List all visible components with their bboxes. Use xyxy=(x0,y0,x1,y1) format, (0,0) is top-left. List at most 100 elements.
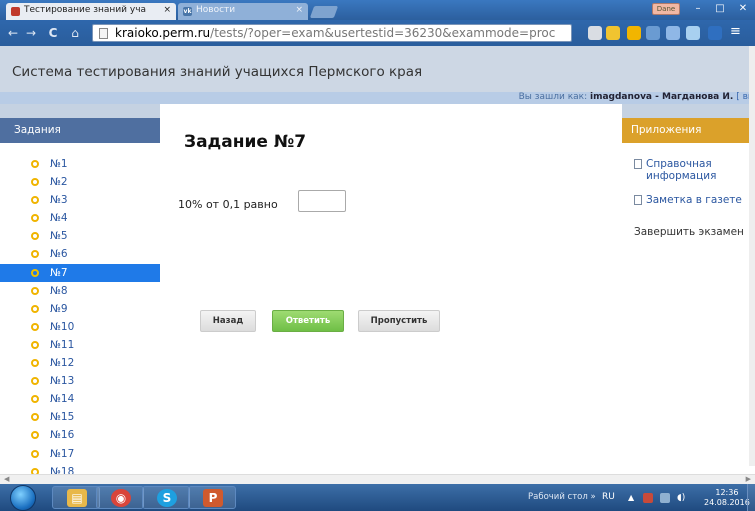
newspaper-note-link[interactable]: Заметка в газете xyxy=(634,194,742,206)
extension-icon[interactable] xyxy=(646,26,660,40)
download-icon[interactable] xyxy=(708,26,722,40)
minimize-button[interactable]: – xyxy=(688,2,708,16)
task-item-11[interactable]: №11 xyxy=(0,336,160,354)
scroll-right-icon[interactable]: ▶ xyxy=(746,475,751,483)
circle-icon xyxy=(31,449,39,458)
login-user: imagdanova - Магданова И. xyxy=(589,92,734,102)
applications-panel: Приложения Справочная информация Заметка… xyxy=(622,118,755,474)
extension-icon[interactable] xyxy=(686,26,700,40)
document-icon xyxy=(634,159,642,169)
vk-icon: vk xyxy=(183,7,192,16)
task-item-14[interactable]: №14 xyxy=(0,390,160,408)
page-icon xyxy=(99,28,108,39)
browser-toolbar: ← → C ⌂ kraioko.perm.ru/tests/?oper=exam… xyxy=(0,20,755,46)
close-window-button[interactable]: ✕ xyxy=(733,2,753,16)
task-item-6[interactable]: №6 xyxy=(0,245,160,263)
circle-icon xyxy=(31,178,39,187)
task-item-17[interactable]: №17 xyxy=(0,445,160,463)
windows-taskbar: ▤ ◉ S P Рабочий стол » RU ▲ ◖) 12:36 24.… xyxy=(0,484,755,511)
taskbar-powerpoint[interactable]: P xyxy=(188,486,236,509)
circle-icon xyxy=(31,304,39,313)
powerpoint-icon: P xyxy=(203,489,223,507)
circle-icon xyxy=(31,413,39,422)
task-item-15[interactable]: №15 xyxy=(0,408,160,426)
answer-button[interactable]: Ответить xyxy=(272,310,344,332)
site-header: Система тестирования знаний учащихся Пер… xyxy=(0,46,755,92)
sidebar-header: Задания xyxy=(0,118,160,143)
task-content: Задание №7 10% от 0,1 равно Назад Ответи… xyxy=(160,104,622,474)
start-button[interactable] xyxy=(10,485,36,511)
task-sidebar: Задания №1 №2 №3 №4 №5 №6 №7 №8 №9 №10 №… xyxy=(0,118,160,474)
login-strip: Вы зашли как: imagdanova - Магданова И. … xyxy=(0,92,755,104)
task-item-18[interactable]: №18 xyxy=(0,463,160,474)
menu-icon[interactable]: ≡ xyxy=(730,25,744,40)
task-title: Задание №7 xyxy=(184,132,307,152)
taskbar-chrome[interactable]: ◉ xyxy=(96,486,144,509)
close-icon[interactable]: × xyxy=(295,5,303,15)
folder-icon: ▤ xyxy=(67,489,87,507)
applications-header: Приложения xyxy=(622,118,755,143)
task-item-12[interactable]: №12 xyxy=(0,354,160,372)
circle-icon xyxy=(31,250,39,259)
horizontal-scrollbar[interactable]: ◀ ▶ xyxy=(0,474,755,484)
browser-tab-bar: Тестирование знаний уча × vk Новости × D… xyxy=(0,0,755,20)
show-desktop-button[interactable] xyxy=(747,484,755,511)
circle-icon xyxy=(31,340,39,349)
task-item-1[interactable]: №1 xyxy=(0,155,160,173)
task-item-2[interactable]: №2 xyxy=(0,173,160,191)
reference-info-link[interactable]: Справочная информация xyxy=(634,158,716,182)
site-title: Система тестирования знаний учащихся Пер… xyxy=(12,64,423,80)
scroll-left-icon[interactable]: ◀ xyxy=(4,475,9,483)
tab-testing[interactable]: Тестирование знаний уча × xyxy=(6,3,176,20)
profile-badge[interactable]: Dane xyxy=(652,3,680,15)
new-tab-button[interactable] xyxy=(309,6,339,18)
translate-icon[interactable] xyxy=(588,26,602,40)
task-item-4[interactable]: №4 xyxy=(0,209,160,227)
volume-icon[interactable]: ◖) xyxy=(677,493,687,503)
back-arrow-icon[interactable]: ← xyxy=(6,26,20,40)
maximize-button[interactable]: □ xyxy=(710,2,730,16)
network-warning-icon[interactable] xyxy=(643,493,653,503)
reload-icon[interactable]: C xyxy=(46,26,60,40)
bookmark-star-icon[interactable] xyxy=(606,26,620,40)
task-item-3[interactable]: №3 xyxy=(0,191,160,209)
circle-icon xyxy=(31,431,39,440)
task-item-7-active[interactable]: №7 xyxy=(0,263,160,282)
circle-icon xyxy=(31,268,39,277)
circle-icon xyxy=(31,160,39,168)
extension-icon[interactable] xyxy=(627,26,641,40)
desktop-toolbar-label[interactable]: Рабочий стол » xyxy=(528,492,596,502)
task-item-10[interactable]: №10 xyxy=(0,318,160,336)
clock-time: 12:36 xyxy=(715,488,739,497)
task-item-5[interactable]: №5 xyxy=(0,227,160,245)
site-favicon-icon xyxy=(11,7,20,16)
tray-expand-icon[interactable]: ▲ xyxy=(628,493,638,503)
network-icon[interactable] xyxy=(660,493,670,503)
finish-exam-link[interactable]: Завершить экзамен xyxy=(634,226,744,238)
taskbar-explorer[interactable]: ▤ xyxy=(52,486,100,509)
close-icon[interactable]: × xyxy=(163,5,171,15)
forward-arrow-icon[interactable]: → xyxy=(24,26,38,40)
back-button[interactable]: Назад xyxy=(200,310,256,332)
vertical-scrollbar[interactable] xyxy=(749,46,755,466)
home-icon[interactable]: ⌂ xyxy=(68,26,82,40)
circle-icon xyxy=(31,322,39,331)
circle-icon xyxy=(31,395,39,404)
task-item-16[interactable]: №16 xyxy=(0,426,160,444)
task-item-8[interactable]: №8 xyxy=(0,282,160,300)
answer-input[interactable] xyxy=(298,190,346,212)
taskbar-skype[interactable]: S xyxy=(142,486,190,509)
url-text: kraioko.perm.ru/tests/?oper=exam&usertes… xyxy=(115,26,556,40)
tab-news[interactable]: vk Новости × xyxy=(178,3,308,20)
task-item-9[interactable]: №9 xyxy=(0,300,160,318)
taskbar-clock[interactable]: 12:36 24.08.2016 xyxy=(704,488,750,508)
skip-button[interactable]: Пропустить xyxy=(358,310,440,332)
circle-icon xyxy=(31,196,39,205)
extension-icon[interactable] xyxy=(666,26,680,40)
circle-icon xyxy=(31,359,39,368)
address-bar[interactable]: kraioko.perm.ru/tests/?oper=exam&usertes… xyxy=(92,24,572,42)
task-item-13[interactable]: №13 xyxy=(0,372,160,390)
login-info: Вы зашли как: imagdanova - Магданова И. … xyxy=(518,92,755,102)
skype-icon: S xyxy=(157,489,177,507)
language-indicator[interactable]: RU xyxy=(602,492,615,502)
